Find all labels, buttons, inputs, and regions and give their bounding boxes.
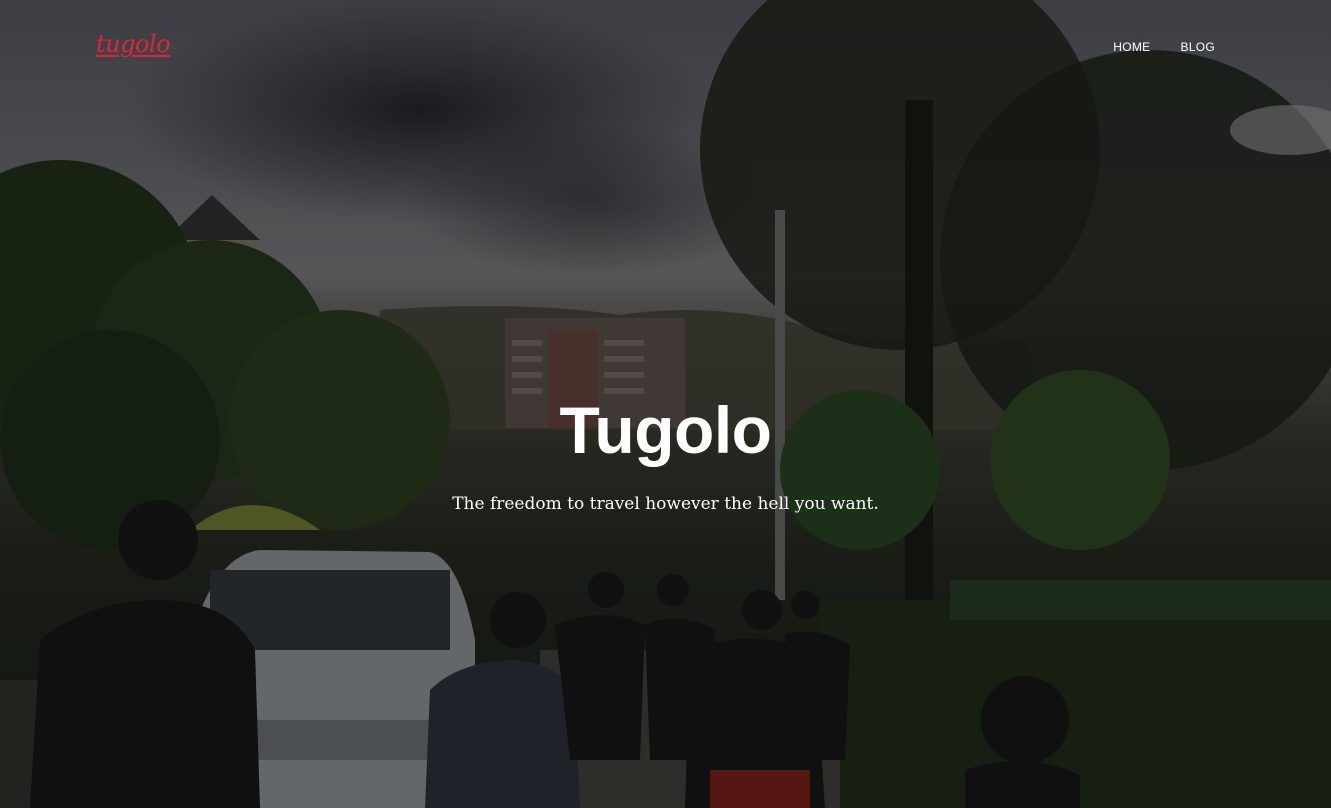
hero-title: Tugolo bbox=[559, 393, 772, 467]
hero-subtitle: The freedom to travel however the hell y… bbox=[452, 494, 879, 514]
hero-section: tugolo HOME BLOG Tugolo The freedom to t… bbox=[0, 0, 1331, 808]
nav-item-blog[interactable]: BLOG bbox=[1180, 40, 1215, 54]
top-navigation-bar: tugolo HOME BLOG bbox=[0, 0, 1331, 90]
main-nav: HOME BLOG bbox=[1113, 40, 1215, 54]
nav-item-home[interactable]: HOME bbox=[1113, 40, 1150, 54]
hero-content: Tugolo The freedom to travel however the… bbox=[0, 388, 1331, 516]
site-logo[interactable]: tugolo bbox=[96, 30, 171, 58]
